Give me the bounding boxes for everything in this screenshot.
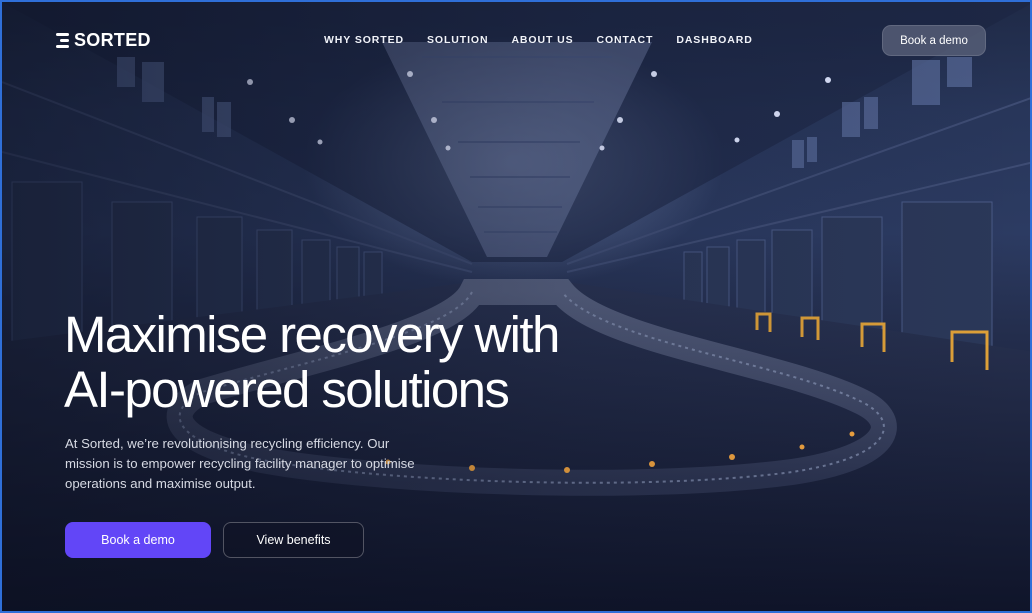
- hero-headline: Maximise recovery with AI-powered soluti…: [64, 307, 704, 417]
- nav-item-dashboard[interactable]: DASHBOARD: [676, 34, 752, 46]
- top-navigation: SORTED WHY SORTED SOLUTION ABOUT US CONT…: [2, 2, 1030, 80]
- nav-menu: WHY SORTED SOLUTION ABOUT US CONTACT DAS…: [324, 34, 753, 46]
- view-benefits-button[interactable]: View benefits: [223, 522, 364, 558]
- hero-headline-line1: Maximise recovery with: [64, 306, 560, 363]
- nav-item-contact[interactable]: CONTACT: [596, 34, 653, 46]
- brand-logo[interactable]: SORTED: [56, 30, 151, 51]
- hero-description: At Sorted, we’re revolutionising recycli…: [65, 436, 415, 491]
- nav-item-why-sorted[interactable]: WHY SORTED: [324, 34, 404, 46]
- nav-item-solution[interactable]: SOLUTION: [427, 34, 488, 46]
- book-demo-button[interactable]: Book a demo: [65, 522, 211, 558]
- hero-section: SORTED WHY SORTED SOLUTION ABOUT US CONT…: [0, 0, 1032, 613]
- nav-book-demo-button[interactable]: Book a demo: [882, 25, 986, 56]
- nav-item-about-us[interactable]: ABOUT US: [511, 34, 573, 46]
- hero-headline-line2: AI-powered solutions: [64, 361, 510, 418]
- sorted-logo-icon: [56, 33, 69, 48]
- brand-name: SORTED: [74, 30, 151, 50]
